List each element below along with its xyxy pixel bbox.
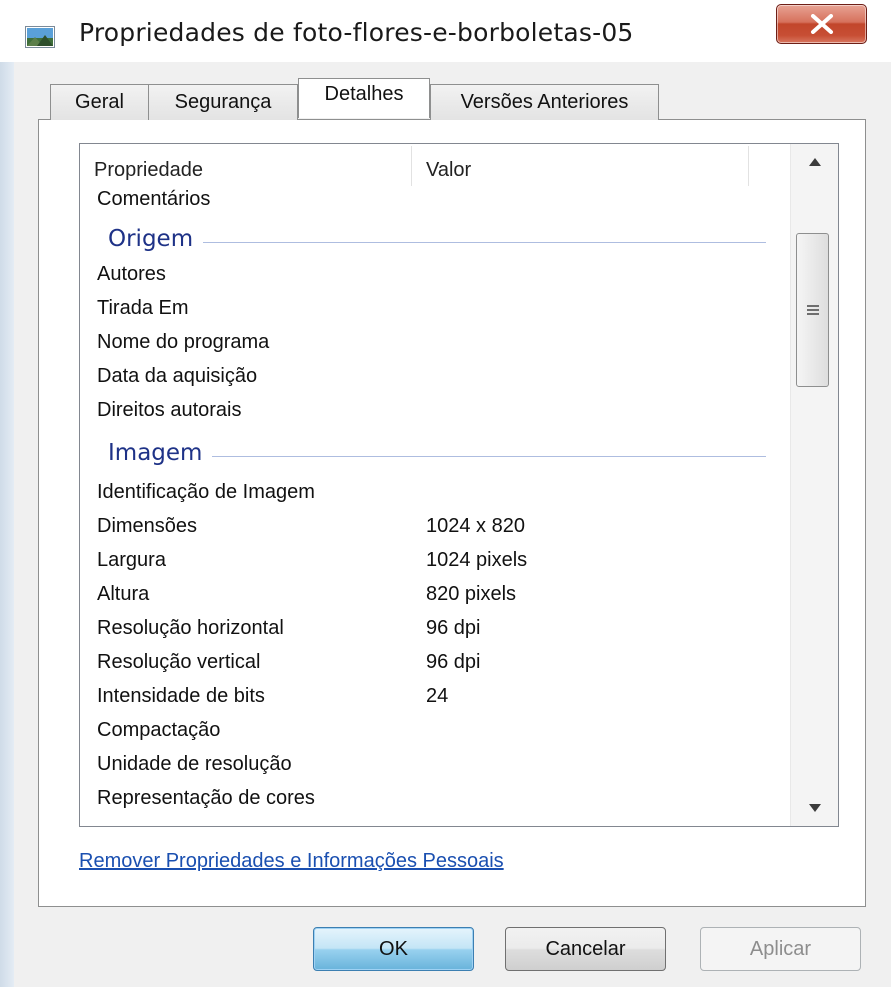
arrow-down-icon — [809, 804, 821, 812]
property-name: Data da aquisição — [97, 365, 258, 387]
list-item[interactable]: Compactação — [80, 713, 790, 747]
tab-versoes-anteriores[interactable]: Versões Anteriores — [430, 84, 659, 120]
list-item[interactable]: Autores — [80, 257, 790, 291]
property-name: Representação de cores — [97, 787, 315, 809]
property-name: Largura — [97, 549, 166, 571]
column-header-propriedade[interactable]: Propriedade — [80, 144, 411, 188]
apply-button[interactable]: Aplicar — [700, 927, 861, 971]
list-item[interactable]: Unidade de resolução — [80, 747, 790, 781]
property-name: Resolução horizontal — [97, 617, 284, 639]
list-item[interactable]: Dimensões 1024 x 820 — [80, 509, 790, 543]
tab-detalhes[interactable]: Detalhes — [298, 78, 430, 118]
list-item[interactable]: Representação de cores — [80, 781, 790, 815]
property-name: Compactação — [97, 719, 221, 741]
property-value: 96 dpi — [426, 617, 481, 639]
property-name: Unidade de resolução — [97, 753, 292, 775]
property-value: 1024 pixels — [426, 549, 528, 571]
property-value: 24 — [426, 685, 449, 707]
details-list[interactable]: Comentários Origem Autores Tirada Em Nom… — [79, 143, 839, 827]
list-item[interactable]: Largura 1024 pixels — [80, 543, 790, 577]
property-name: Resolução vertical — [97, 651, 261, 673]
property-value: 1024 x 820 — [426, 515, 525, 537]
scroll-down-button[interactable] — [791, 790, 838, 826]
property-name: Nome do programa — [97, 331, 270, 353]
list-item[interactable]: Tirada Em — [80, 291, 790, 325]
list-item[interactable]: Resolução vertical 96 dpi — [80, 645, 790, 679]
cancel-button[interactable]: Cancelar — [505, 927, 666, 971]
property-name: Tirada Em — [97, 297, 189, 319]
close-icon — [811, 14, 833, 34]
property-name: Altura — [97, 583, 150, 605]
property-name: Identificação de Imagem — [97, 481, 315, 503]
ok-button[interactable]: OK — [313, 927, 474, 971]
scroll-up-button[interactable] — [791, 144, 838, 180]
scroll-thumb[interactable] — [796, 233, 829, 387]
list-item[interactable]: Nome do programa — [80, 325, 790, 359]
group-divider — [108, 242, 766, 243]
window-left-border — [0, 62, 15, 987]
remove-properties-link[interactable]: Remover Propriedades e Informações Pesso… — [79, 850, 504, 873]
property-name: Direitos autorais — [97, 399, 242, 421]
group-header-origem[interactable]: Origem — [80, 223, 790, 257]
tab-geral[interactable]: Geral — [50, 84, 149, 120]
group-title: Origem — [108, 226, 204, 252]
window-title: Propriedades de foto-flores-e-borboletas… — [79, 18, 634, 47]
tab-seguranca[interactable]: Segurança — [148, 84, 298, 120]
property-name: Intensidade de bits — [97, 685, 265, 707]
list-item[interactable]: Data da aquisição — [80, 359, 790, 393]
list-item[interactable]: Altura 820 pixels — [80, 577, 790, 611]
property-name: Autores — [97, 263, 166, 285]
column-header-valor[interactable]: Valor — [412, 144, 748, 188]
vertical-scrollbar[interactable] — [790, 144, 838, 826]
property-value: 820 pixels — [426, 583, 517, 605]
property-value: 96 dpi — [426, 651, 481, 673]
group-title: Imagem — [108, 440, 213, 466]
property-name: Dimensões — [97, 515, 198, 537]
thumb-grip — [807, 309, 819, 311]
list-item[interactable]: Intensidade de bits 24 — [80, 679, 790, 713]
list-item[interactable]: Direitos autorais — [80, 393, 790, 427]
list-item[interactable]: Resolução horizontal 96 dpi — [80, 611, 790, 645]
column-separator[interactable] — [748, 146, 749, 186]
list-item[interactable]: Identificação de Imagem — [80, 475, 790, 509]
group-header-imagem[interactable]: Imagem — [80, 437, 790, 471]
title-bar[interactable]: Propriedades de foto-flores-e-borboletas… — [0, 0, 891, 58]
thumb-grip — [807, 305, 819, 307]
property-name: Comentários — [97, 188, 211, 210]
column-header: Propriedade Valor — [80, 144, 790, 188]
arrow-up-icon — [809, 158, 821, 166]
thumb-grip — [807, 313, 819, 315]
image-file-icon — [25, 26, 55, 48]
close-button[interactable] — [776, 4, 867, 44]
